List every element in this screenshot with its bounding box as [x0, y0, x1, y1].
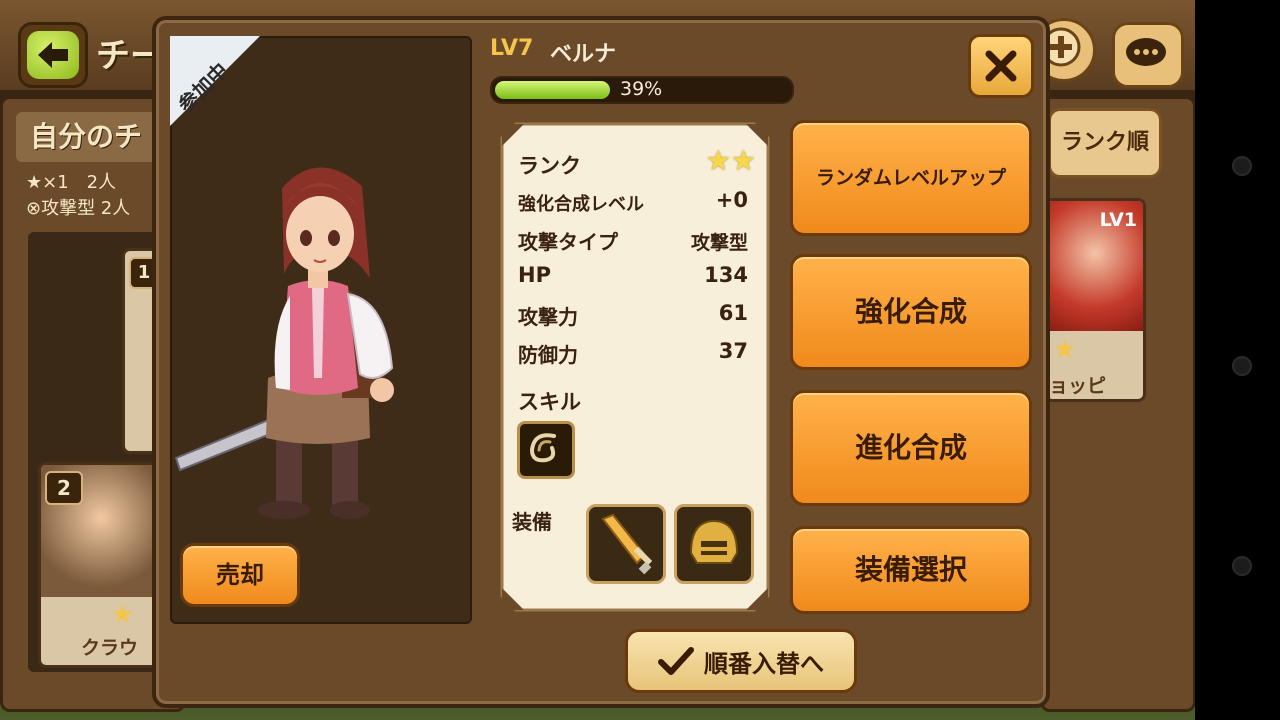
sword-icon: [601, 513, 653, 575]
back-arrow-icon: [38, 42, 68, 68]
rank-sort-button[interactable]: ランク順: [1048, 108, 1162, 178]
device-dot: [1232, 156, 1252, 176]
close-icon: [985, 50, 1017, 82]
defense-value: 37: [718, 339, 748, 363]
chat-button[interactable]: [1112, 22, 1184, 88]
device-dot: [1232, 556, 1252, 576]
sort-panel: [1040, 96, 1196, 712]
attack-type-label: 攻撃タイプ: [518, 230, 618, 254]
enhance-level-value: +0: [715, 188, 748, 212]
skill-label: スキル: [518, 390, 581, 414]
rank-stars-icon: ★★: [705, 144, 756, 177]
character-name: ョッピ: [1049, 375, 1107, 397]
character-name: クラウ: [81, 637, 139, 659]
chat-icon: [1126, 38, 1166, 66]
random-level-up-button[interactable]: ランダムレベルアップ: [790, 120, 1032, 236]
enhance-level-label: 強化合成レベル: [518, 194, 644, 215]
status-ribbon: 参加中: [170, 36, 280, 146]
evolve-fusion-button[interactable]: 進化合成: [790, 390, 1032, 506]
rank-star-icon: ★: [111, 600, 135, 630]
reorder-button[interactable]: 順番入替へ: [625, 629, 857, 693]
character-level: LV7: [490, 36, 534, 61]
team-list-title: 自分のチ: [16, 112, 170, 162]
team-member-card[interactable]: 2 ★ クラウ: [38, 462, 164, 668]
hp-value: 134: [704, 263, 748, 287]
rank-star-icon: ★: [1053, 335, 1077, 365]
character-card[interactable]: LV1 ★ ョッピ: [1044, 198, 1146, 402]
swirl-skill-icon: [529, 433, 556, 463]
team-rank-summary: ★×1 2人: [26, 172, 117, 193]
rank-label: ランク: [518, 154, 581, 178]
weapon-equip-slot[interactable]: [586, 504, 666, 584]
equip-label: 装備: [512, 510, 552, 534]
equip-select-button[interactable]: 装備選択: [790, 526, 1032, 614]
card-level: LV1: [1099, 209, 1137, 231]
character-name: ベルナ: [550, 42, 617, 67]
reorder-button-label: 順番入替へ: [704, 649, 824, 678]
skill-slot[interactable]: [517, 421, 575, 479]
team-type-summary: ⊗攻撃型 2人: [26, 198, 131, 219]
back-button[interactable]: [18, 22, 88, 88]
checkmark-icon: [658, 647, 694, 675]
close-button[interactable]: [968, 34, 1034, 98]
attack-type-value: 攻撃型: [690, 232, 748, 254]
exp-percent-text: 39%: [620, 78, 663, 100]
sell-button[interactable]: 売却: [180, 543, 300, 607]
hp-label: HP: [518, 263, 551, 287]
device-dot: [1232, 356, 1252, 376]
attack-value: 61: [718, 301, 748, 325]
slot-number-badge: 2: [45, 471, 83, 505]
exp-progress-fill: [495, 81, 610, 99]
enhance-fusion-button[interactable]: 強化合成: [790, 254, 1032, 370]
attack-label: 攻撃力: [518, 305, 578, 329]
defense-label: 防御力: [518, 343, 578, 367]
helmet-icon: [689, 519, 739, 564]
helmet-equip-slot[interactable]: [674, 504, 754, 584]
